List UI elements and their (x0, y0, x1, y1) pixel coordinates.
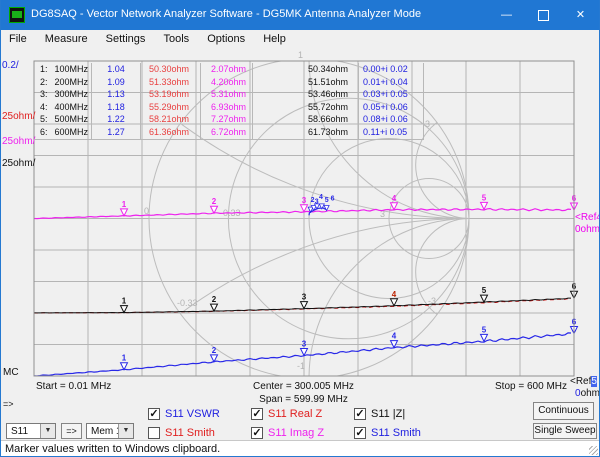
svg-text:-0.33: -0.33 (177, 298, 198, 308)
marker-number: 5 (482, 325, 487, 334)
checkbox-box[interactable] (148, 427, 160, 439)
table-row: 3:300MHz 1.13 53.19ohm 5.31ohm 53.46ohm … (34, 88, 424, 101)
mc-label: MC (3, 367, 19, 378)
sweep-stop: Stop = 600 MHz (427, 381, 567, 392)
marker-triangle-icon (211, 206, 218, 213)
marker-triangle-icon (121, 363, 128, 370)
marker-triangle-icon (121, 306, 128, 313)
marker-number: 4 (392, 290, 397, 299)
marker-number: 2 (212, 197, 217, 206)
scale-z: 25ohm/ (2, 158, 35, 169)
marker-number: 4 (392, 194, 397, 203)
marker-number: 2 (212, 295, 217, 304)
mini-arrow-label: => (3, 399, 14, 409)
marker-triangle-icon (481, 202, 488, 209)
transfer-button[interactable]: => (61, 423, 82, 439)
table-row: 2:200MHz 1.09 51.33ohm 4.20ohm 51.51ohm … (34, 76, 424, 89)
marker-number: 4 (392, 332, 397, 341)
checkbox-label: S11 Imag Z (268, 427, 324, 439)
checkbox-box[interactable]: ✓ (251, 427, 263, 439)
ref-label-z: <Ref5 0ohm (570, 376, 600, 400)
svg-text:-1: -1 (297, 361, 305, 371)
marker-number: 1 (122, 354, 127, 363)
status-bar: Marker values written to Windows clipboa… (1, 440, 599, 457)
marker-triangle-icon (324, 206, 329, 211)
marker-number: 3 (302, 293, 307, 302)
marker-triangle-icon (481, 295, 488, 302)
app-window: DG8SAQ - Vector Network Analyzer Softwar… (0, 0, 600, 457)
single-sweep-button[interactable]: Single Sweep (533, 423, 597, 439)
checkbox-box[interactable]: ✓ (354, 408, 366, 420)
marker-number: 5 (482, 286, 487, 295)
marker-number: 5 (325, 197, 329, 204)
checkbox-box[interactable]: ✓ (251, 408, 263, 420)
chevron-down-icon[interactable]: ▼ (40, 424, 55, 438)
scale-realz: 25ohm/ (2, 111, 35, 122)
table-row: 6:600MHz 1.27 61.36ohm 6.72ohm 61.73ohm … (34, 126, 424, 139)
svg-text:3: 3 (425, 119, 430, 129)
table-row: 4:400MHz 1.18 55.29ohm 6.93ohm 55.72ohm … (34, 101, 424, 114)
table-row: 1:100MHz 1.04 50.30ohm 2.07ohm 50.34ohm … (34, 63, 424, 76)
checkbox-label: S11 VSWR (165, 408, 220, 420)
marker-number: 1 (122, 200, 127, 209)
mem-combo[interactable]: Mem 1 ▼ (86, 423, 134, 439)
s11-combo[interactable]: S11 ▼ (6, 423, 56, 439)
status-text: Marker values written to Windows clipboa… (5, 443, 220, 455)
marker-number: 3 (302, 340, 307, 349)
continuous-button[interactable]: Continuous (533, 402, 594, 420)
marker-triangle-icon (121, 209, 128, 216)
marker-triangle-icon (301, 302, 308, 309)
marker-table: 1:100MHz 1.04 50.30ohm 2.07ohm 50.34ohm … (34, 63, 424, 140)
scale-imagz: 25ohm/ (2, 136, 35, 147)
chevron-down-icon[interactable]: ▼ (118, 424, 133, 438)
marker-triangle-icon (391, 299, 398, 306)
marker-number: 3 (302, 196, 307, 205)
sweep-center: Center = 300.005 MHz (231, 381, 376, 392)
svg-text:1: 1 (298, 50, 303, 60)
checkbox-label: S11 Smith (165, 427, 215, 439)
sweep-span: Span = 599.99 MHz (231, 394, 376, 405)
resize-grip[interactable] (589, 446, 598, 455)
marker-number: 1 (122, 297, 127, 306)
marker-number: 6 (331, 196, 335, 203)
checkbox-box[interactable]: ✓ (148, 408, 160, 420)
sweep-start: Start = 0.01 MHz (36, 381, 111, 392)
ref-label-imagz: <Ref40ohm (575, 212, 600, 236)
checkbox-label: S11 |Z| (371, 408, 405, 420)
marker-triangle-icon (391, 203, 398, 210)
marker-number: 5 (482, 193, 487, 202)
scale-vswr: 0.2/ (2, 60, 19, 71)
marker-triangle-icon (301, 205, 308, 212)
checkbox-label: S11 Real Z (268, 408, 322, 420)
marker-number: 4 (319, 194, 323, 201)
trace-s11-imag-z (34, 209, 571, 219)
marker-triangle-icon (211, 304, 218, 311)
marker-number: 2 (212, 346, 217, 355)
checkbox-label: S11 Smith (371, 427, 421, 439)
table-row: 5:500MHz 1.22 58.21ohm 7.27ohm 58.66ohm … (34, 113, 424, 126)
checkbox-box[interactable]: ✓ (354, 427, 366, 439)
